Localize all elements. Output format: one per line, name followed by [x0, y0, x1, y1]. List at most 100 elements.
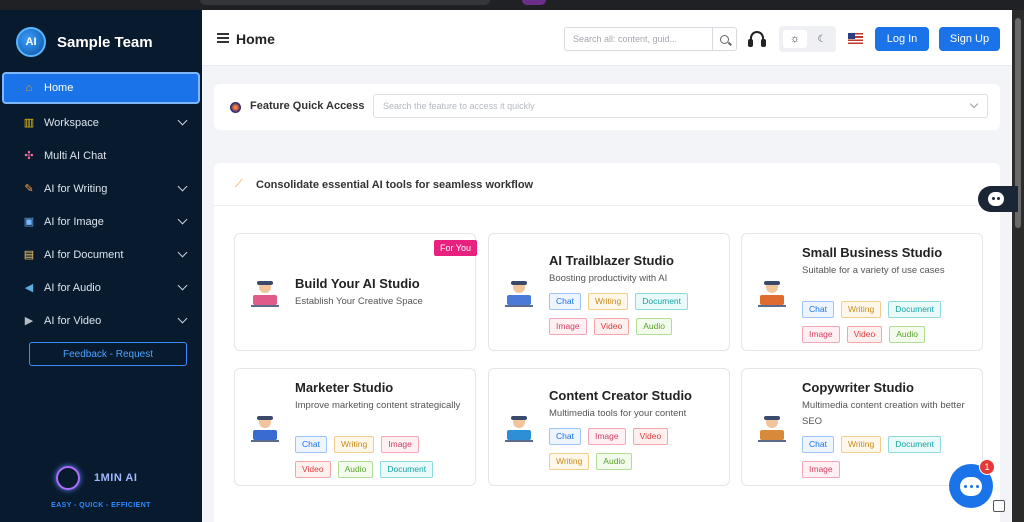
studio-card-description: Establish Your Creative Space — [295, 296, 423, 307]
chevron-down-icon[interactable] — [177, 214, 188, 225]
studio-card[interactable]: Build Your AI Studio Establish Your Creat… — [234, 233, 477, 351]
sidebar-item-label: AI for Image — [44, 215, 104, 228]
tag-document: Document — [380, 461, 434, 478]
footer-logo: 1MIN AI — [56, 466, 137, 490]
search-input[interactable]: Search all: content, guid... — [564, 27, 737, 51]
signup-button[interactable]: Sign Up — [939, 27, 1000, 51]
studio-card[interactable]: Marketer Studio Improve marketing content… — [234, 368, 476, 486]
brand[interactable]: AI Sample Team — [16, 26, 153, 58]
sun-icon[interactable]: ☼ — [783, 30, 807, 48]
scrollbar[interactable] — [1012, 10, 1024, 522]
engineer-icon — [501, 275, 537, 311]
tools-title: Consolidate essential AI tools for seaml… — [256, 179, 534, 191]
tag-chat: Chat — [549, 428, 581, 445]
pen-icon: ✎ — [24, 183, 34, 195]
sidebar-item-label: AI for Video — [44, 314, 102, 327]
studio-card-description: Improve marketing content strategically — [295, 400, 461, 411]
studio-card[interactable]: AI Trailblazer Studio Boosting productivi… — [488, 233, 730, 351]
headset-icon[interactable] — [748, 31, 766, 47]
browser-tab-edge — [200, 0, 490, 5]
feature-search-select[interactable]: Search the feature to access it quickly — [373, 94, 988, 118]
theme-toggle[interactable]: ☼ ☾ — [779, 26, 836, 52]
sidebar-item-ai-for-writing[interactable]: ✎ AI for Writing — [0, 172, 202, 205]
page-title: Home — [236, 31, 275, 47]
us-flag-icon[interactable] — [848, 33, 863, 44]
house-icon: ⌂ — [25, 82, 33, 94]
tools-header: ⟋ Consolidate essential AI tools for sea… — [214, 163, 1000, 206]
search-placeholder: Search all: content, guid... — [573, 34, 678, 44]
studio-card-title: Marketer Studio — [295, 380, 394, 395]
brand-name: Sample Team — [57, 33, 153, 51]
tag-video: Video — [593, 318, 630, 335]
chat-button[interactable]: 1 — [949, 459, 995, 508]
studio-card-description: Boosting productivity with AI — [549, 273, 668, 284]
sidebar-item-ai-for-image[interactable]: ▣ AI for Image — [0, 205, 202, 238]
tag-image: Image — [587, 428, 626, 445]
chevron-down-icon[interactable] — [177, 280, 188, 291]
tag-image: Image — [802, 326, 840, 343]
books-icon: ▤ — [23, 249, 35, 261]
studio-card-title: Small Business Studio — [802, 245, 943, 260]
feedback-request-button[interactable]: Feedback - Request — [29, 342, 187, 366]
planet-icon — [230, 102, 241, 113]
creator-icon — [501, 410, 537, 446]
studio-card-tags: Chat Writing Document Image Video Audio — [549, 293, 699, 335]
sidebar-item-workspace[interactable]: ▥ Workspace — [0, 106, 202, 139]
video-icon: ▶ — [24, 315, 34, 327]
expand-icon[interactable] — [993, 500, 1005, 512]
tag-image: Image — [381, 436, 419, 453]
tag-audio: Audio — [889, 326, 925, 343]
studio-card[interactable]: Small Business Studio Suitable for a vari… — [741, 233, 983, 351]
sidebar-item-home[interactable]: ⌂ Home — [2, 72, 200, 104]
studio-card-title: Build Your AI Studio — [295, 276, 420, 291]
chevron-down-icon[interactable] — [177, 181, 188, 192]
chevron-down-icon — [969, 99, 979, 109]
tag-video: Video — [632, 428, 669, 445]
chevron-down-icon[interactable] — [177, 313, 188, 324]
sidebar-item-multi-ai-chat[interactable]: ✣ Multi AI Chat — [0, 139, 202, 172]
tag-writing: Writing — [840, 436, 882, 453]
for-you-badge: For You — [433, 240, 477, 256]
tag-chat: Chat — [295, 436, 327, 453]
studio-card-tags: Chat Writing Image Video Audio Document — [295, 436, 445, 478]
sidebar-item-label: Workspace — [44, 116, 99, 129]
chevron-down-icon[interactable] — [177, 247, 188, 258]
tag-chat: Chat — [549, 293, 581, 310]
studio-card[interactable]: Content Creator Studio Multimedia tools f… — [488, 368, 730, 486]
sidebar-item-ai-for-video[interactable]: ▶ AI for Video — [0, 304, 202, 337]
tag-video: Video — [846, 326, 883, 343]
feature-quick-access: Feature Quick Access Search the feature … — [214, 84, 1000, 130]
tag-image: Image — [802, 461, 840, 478]
assistant-bot-button[interactable] — [978, 186, 1018, 212]
studio-card-title: AI Trailblazer Studio — [549, 253, 674, 268]
browser-top-strip — [0, 0, 1024, 10]
network-icon: ✣ — [24, 150, 34, 162]
extension-icon[interactable] — [522, 0, 546, 5]
sidebar-item-ai-for-document[interactable]: ▤ AI for Document — [0, 238, 202, 271]
bot-icon — [988, 192, 1004, 206]
tag-document: Document — [888, 301, 942, 318]
tag-chat: Chat — [802, 436, 834, 453]
feature-quick-access-label: Feature Quick Access — [250, 100, 365, 112]
login-button[interactable]: Log In — [875, 27, 929, 51]
tag-image: Image — [549, 318, 587, 335]
studio-desk-icon — [247, 275, 283, 311]
tag-document: Document — [635, 293, 689, 310]
brand-logo-icon: AI — [16, 27, 46, 57]
header: Home Search all: content, guid... ☼ ☾ Lo… — [202, 10, 1012, 66]
studio-card-description: Multimedia tools for your content — [549, 408, 687, 419]
sidebar-item-label: Multi AI Chat — [44, 149, 107, 162]
copywriter-icon — [754, 410, 790, 446]
sidebar-item-ai-for-audio[interactable]: ◀ AI for Audio — [0, 271, 202, 304]
moon-icon[interactable]: ☾ — [813, 30, 831, 48]
tag-writing: Writing — [587, 293, 629, 310]
speaker-icon: ◀ — [24, 282, 34, 294]
chevron-down-icon[interactable] — [177, 115, 188, 126]
menu-collapse-icon[interactable] — [217, 33, 229, 43]
search-button[interactable] — [712, 28, 736, 50]
chat-bubble-icon — [960, 476, 982, 496]
studio-card[interactable]: Copywriter Studio Multimedia content crea… — [741, 368, 983, 486]
marketer-icon — [247, 410, 283, 446]
tag-audio: Audio — [596, 453, 633, 470]
footer-tagline: EASY - QUICK - EFFICIENT — [51, 502, 151, 509]
